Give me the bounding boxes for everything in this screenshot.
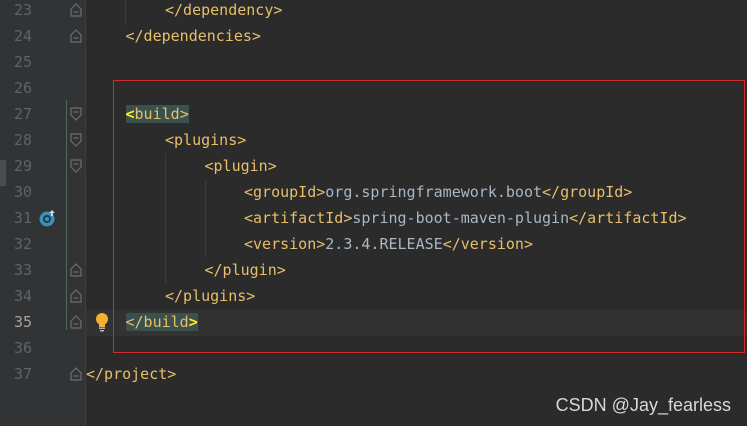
code-editor[interactable]: 23 </dependency> 24 </dependencies> 25 26 27 <b… [0, 0, 747, 426]
annotation-highlight-box [113, 80, 745, 353]
line-number: 37 [13, 365, 32, 383]
line-number: 36 [13, 339, 32, 357]
line-number: 23 [13, 1, 32, 19]
line-number: 35 [13, 313, 32, 331]
fold-end-icon[interactable] [70, 367, 82, 381]
xml-tag: </dependency> [165, 1, 283, 19]
code-line[interactable]: 37 </project> [0, 361, 747, 387]
line-number: 28 [13, 131, 32, 149]
fold-end-icon[interactable] [70, 289, 82, 303]
fold-end-icon[interactable] [70, 263, 82, 277]
line-number: 30 [13, 183, 32, 201]
line-number: 25 [13, 53, 32, 71]
code-line[interactable]: 25 [0, 49, 747, 75]
fold-collapse-icon[interactable] [70, 107, 82, 121]
xml-tag: </project> [86, 365, 177, 383]
code-text[interactable]: </project> [86, 361, 176, 387]
fold-end-icon[interactable] [70, 315, 82, 329]
line-number: 26 [13, 79, 32, 97]
fold-end-icon[interactable] [70, 29, 82, 43]
line-number: 32 [13, 235, 32, 253]
fold-collapse-icon[interactable] [70, 133, 82, 147]
line-number: 34 [13, 287, 32, 305]
fold-collapse-icon[interactable] [70, 159, 82, 173]
code-line[interactable]: 23 </dependency> [0, 0, 747, 23]
line-number: 29 [13, 157, 32, 175]
fold-end-icon[interactable] [70, 3, 82, 17]
spring-run-icon[interactable] [38, 208, 58, 228]
line-number: 24 [13, 27, 32, 45]
code-text[interactable]: </dependencies> [126, 23, 261, 49]
line-number: 31 [13, 209, 32, 227]
code-line[interactable]: 24 </dependencies> [0, 23, 747, 49]
lightbulb-icon[interactable] [94, 312, 110, 332]
watermark: CSDN @Jay_fearless [555, 395, 731, 415]
line-number: 33 [13, 261, 32, 279]
xml-tag: </dependencies> [125, 27, 261, 45]
code-text[interactable]: </dependency> [165, 0, 282, 23]
line-number: 27 [13, 105, 32, 123]
